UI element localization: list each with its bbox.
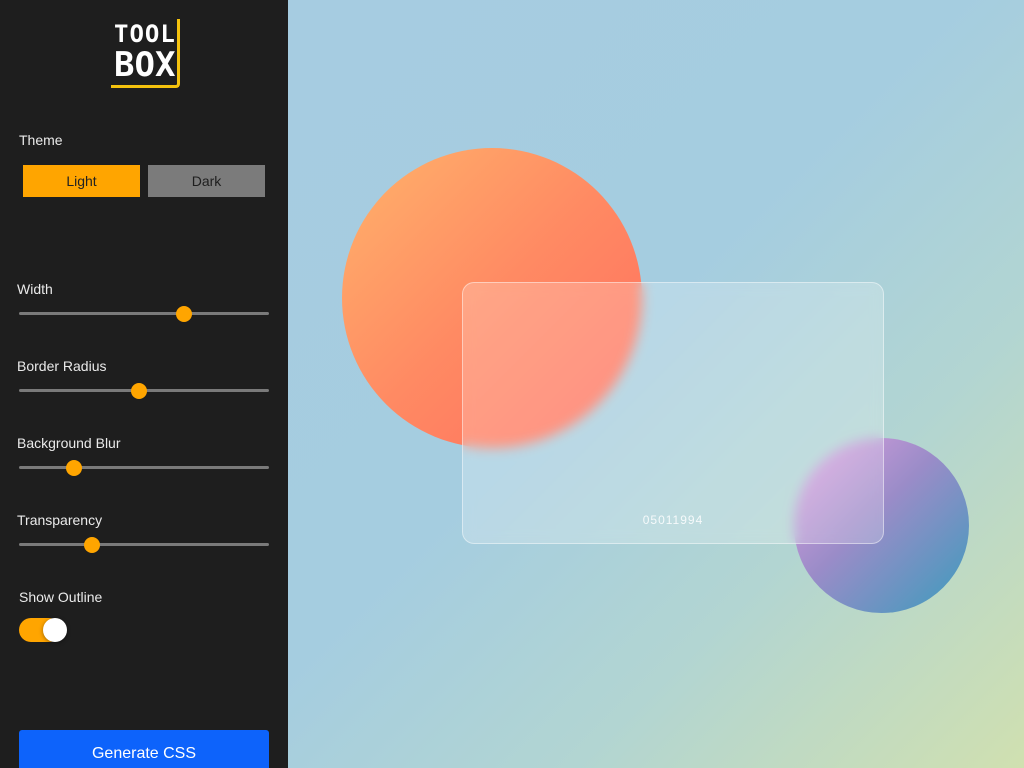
border-radius-label: Border Radius bbox=[17, 358, 107, 374]
show-outline-toggle[interactable] bbox=[19, 618, 67, 642]
logo-line-2: BOX bbox=[114, 45, 176, 85]
transparency-slider[interactable] bbox=[19, 537, 269, 553]
show-outline-label: Show Outline bbox=[19, 589, 103, 605]
sidebar: TOOL BOX Theme Light Dark Width Border R… bbox=[0, 0, 288, 768]
glass-card: 05011994 bbox=[462, 282, 884, 544]
border-radius-slider[interactable] bbox=[19, 383, 269, 399]
toolbox-logo: TOOL BOX bbox=[111, 19, 180, 88]
logo-line-1: TOOL bbox=[114, 20, 176, 48]
generate-css-button[interactable]: Generate CSS bbox=[19, 730, 269, 768]
background-blur-slider[interactable] bbox=[19, 460, 269, 476]
glass-preview-area: 05011994 bbox=[288, 0, 1024, 768]
slider-thumb[interactable] bbox=[83, 537, 100, 553]
slider-track bbox=[19, 312, 269, 315]
slider-thumb[interactable] bbox=[131, 383, 147, 399]
background-blur-label: Background Blur bbox=[17, 435, 121, 451]
width-slider[interactable] bbox=[19, 306, 269, 322]
transparency-label: Transparency bbox=[17, 512, 103, 528]
theme-light-button[interactable]: Light bbox=[23, 165, 140, 197]
slider-thumb[interactable] bbox=[66, 460, 82, 476]
slider-thumb[interactable] bbox=[176, 306, 192, 322]
glass-card-text: 05011994 bbox=[642, 513, 704, 527]
slider-track bbox=[19, 466, 269, 469]
toggle-knob[interactable] bbox=[43, 618, 67, 642]
theme-dark-button[interactable]: Dark bbox=[148, 165, 265, 197]
theme-label: Theme bbox=[19, 132, 63, 148]
app-root: TOOL BOX Theme Light Dark Width Border R… bbox=[0, 0, 1024, 768]
width-label: Width bbox=[17, 281, 53, 297]
slider-track bbox=[19, 543, 269, 546]
